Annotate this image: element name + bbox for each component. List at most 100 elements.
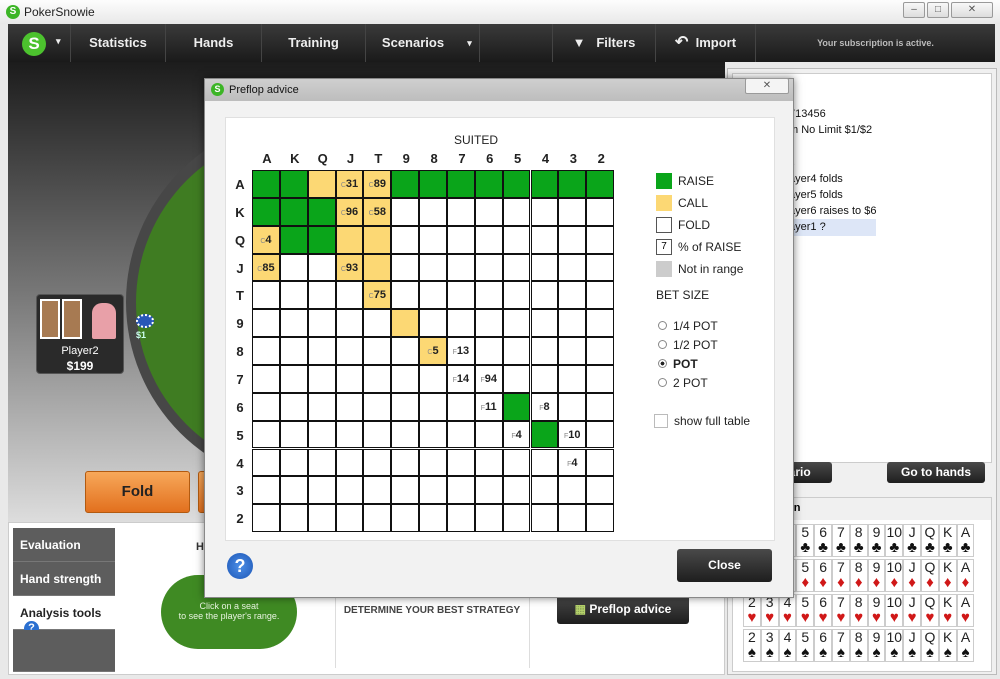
hand-cell[interactable] [586, 476, 615, 505]
hand-cell[interactable] [363, 337, 392, 365]
hand-cell[interactable] [558, 337, 587, 365]
hand-cell[interactable] [474, 420, 503, 449]
hand-cell[interactable]: C5 [419, 337, 447, 365]
hand-cell[interactable] [391, 281, 420, 310]
hand-cell[interactable] [335, 364, 364, 393]
card-A-3[interactable]: A ♠ [956, 629, 975, 662]
card-J-3[interactable]: J ♠ [903, 629, 921, 662]
hand-cell[interactable] [586, 170, 615, 198]
hand-cell[interactable] [530, 448, 559, 477]
hand-cell[interactable] [558, 309, 587, 338]
hand-cell[interactable] [279, 253, 308, 282]
hand-cell[interactable] [446, 309, 475, 338]
radio-button[interactable] [658, 359, 667, 368]
hand-cell[interactable] [502, 225, 531, 254]
hand-cell[interactable] [446, 420, 475, 449]
nav-statistics[interactable]: Statistics [70, 24, 166, 62]
card-5-2[interactable]: 5 ♥ [796, 594, 815, 627]
hand-cell[interactable] [558, 476, 587, 505]
fold-button[interactable]: Fold [85, 471, 190, 513]
hand-cell[interactable] [446, 392, 475, 421]
hand-cell[interactable] [391, 504, 420, 533]
hand-cell[interactable] [530, 170, 559, 198]
hand-cell[interactable] [307, 337, 336, 365]
radio-button[interactable] [658, 340, 667, 349]
hand-cell[interactable] [335, 448, 364, 477]
card-K-0[interactable]: K ♣ [938, 524, 957, 557]
nav-training[interactable]: Training [262, 24, 366, 62]
hand-cell[interactable] [335, 225, 364, 254]
hand-cell[interactable] [335, 337, 364, 365]
card-J-1[interactable]: J ♦ [903, 559, 921, 592]
tab-hand-strength[interactable]: Hand strength [13, 562, 115, 596]
hand-cell[interactable] [252, 281, 280, 310]
hand-cell[interactable] [307, 170, 336, 198]
bet-size-radio-3[interactable]: 2 POT [658, 373, 718, 392]
hand-cell[interactable] [391, 392, 420, 421]
card-5-3[interactable]: 5 ♠ [796, 629, 815, 662]
card-J-2[interactable]: J ♥ [903, 594, 921, 627]
hand-cell[interactable] [307, 197, 336, 226]
hand-cell[interactable] [558, 364, 587, 393]
card-8-1[interactable]: 8 ♦ [849, 559, 868, 592]
hand-cell[interactable] [419, 364, 447, 393]
hand-cell[interactable] [363, 420, 392, 449]
hand-cell[interactable] [307, 225, 336, 254]
hand-cell[interactable]: F14 [446, 364, 475, 393]
card-7-1[interactable]: 7 ♦ [832, 559, 850, 592]
hand-cell[interactable] [279, 448, 308, 477]
hand-cell[interactable] [363, 448, 392, 477]
dialog-close-icon[interactable]: ✕ [745, 78, 789, 94]
checkbox-box[interactable] [654, 414, 668, 428]
bet-size-radio-1[interactable]: 1/2 POT [658, 335, 718, 354]
hand-cell[interactable] [502, 476, 531, 505]
hand-cell[interactable] [474, 197, 503, 226]
hand-cell[interactable] [391, 448, 420, 477]
hand-cell[interactable]: F11 [474, 392, 503, 421]
hand-cell[interactable] [586, 197, 615, 226]
nav-import[interactable]: ↶ Import [656, 24, 756, 62]
hand-cell[interactable] [279, 392, 308, 421]
card-Q-3[interactable]: Q ♠ [921, 629, 939, 662]
hand-cell[interactable] [502, 281, 531, 310]
hand-cell[interactable] [419, 253, 447, 282]
hand-cell[interactable] [279, 309, 308, 338]
hand-cell[interactable] [586, 420, 615, 449]
nav-hands[interactable]: Hands [166, 24, 262, 62]
hand-cell[interactable] [391, 420, 420, 449]
card-Q-1[interactable]: Q ♦ [921, 559, 939, 592]
card-A-1[interactable]: A ♦ [956, 559, 975, 592]
card-K-1[interactable]: K ♦ [938, 559, 957, 592]
hand-cell[interactable] [279, 420, 308, 449]
hand-cell[interactable]: F4 [558, 448, 587, 477]
hand-cell[interactable] [474, 225, 503, 254]
hand-cell[interactable] [530, 253, 559, 282]
hand-cell[interactable] [474, 253, 503, 282]
hand-cell[interactable] [252, 476, 280, 505]
hand-cell[interactable] [335, 392, 364, 421]
nav-scenarios[interactable]: Scenarios [366, 24, 460, 62]
hand-cell[interactable]: C89 [363, 170, 392, 198]
hand-cell[interactable] [363, 309, 392, 338]
hand-cell[interactable] [391, 197, 420, 226]
hand-cell[interactable] [474, 309, 503, 338]
tab-analysis-tools[interactable]: Analysis tools ? [13, 596, 115, 636]
hand-cell[interactable] [307, 253, 336, 282]
hand-cell[interactable] [419, 504, 447, 533]
card-6-2[interactable]: 6 ♥ [814, 594, 832, 627]
hand-cell[interactable] [363, 504, 392, 533]
hand-cell[interactable] [530, 476, 559, 505]
hand-cell[interactable]: F8 [530, 392, 559, 421]
hand-cell[interactable]: C4 [252, 225, 280, 254]
hand-cell[interactable] [446, 448, 475, 477]
card-4-3[interactable]: 4 ♠ [778, 629, 797, 662]
hand-cell[interactable] [586, 225, 615, 254]
hand-cell[interactable] [363, 253, 392, 282]
hand-cell[interactable] [446, 253, 475, 282]
hand-cell[interactable] [530, 225, 559, 254]
hand-cell[interactable] [335, 309, 364, 338]
snowie-logo-icon[interactable]: S [22, 32, 46, 56]
card-5-1[interactable]: 5 ♦ [796, 559, 815, 592]
hand-cell[interactable] [391, 253, 420, 282]
hand-cell[interactable] [558, 253, 587, 282]
